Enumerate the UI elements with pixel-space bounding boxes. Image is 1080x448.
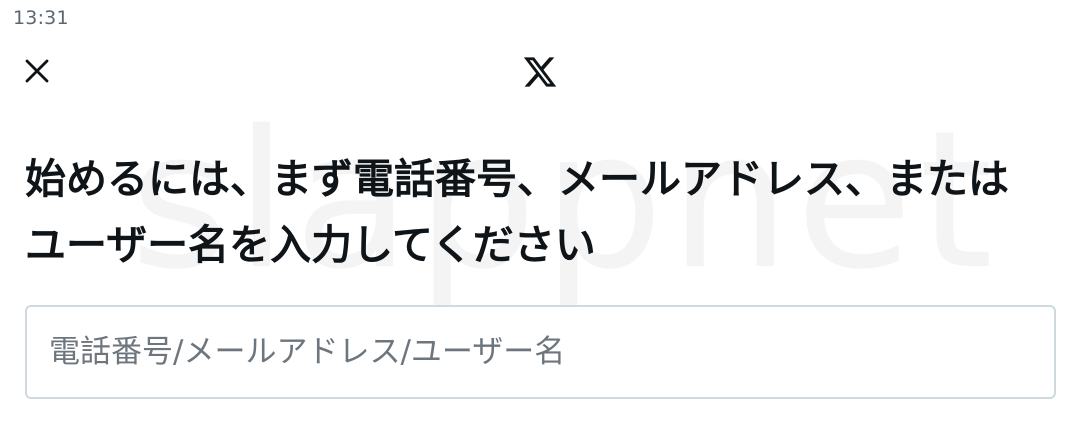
identifier-field[interactable] [25,305,1056,399]
status-bar-time: 13:31 [13,7,69,29]
close-icon [25,59,49,83]
x-logo-icon [523,57,557,87]
login-screen: 13:31 slappnet 始めるには、まず電話番号、メールアドレス、またはユ… [0,0,1080,448]
identifier-input[interactable] [27,307,1054,397]
close-button[interactable] [18,52,56,90]
page-title: 始めるには、まず電話番号、メールアドレス、またはユーザー名を入力してください [25,155,1009,269]
